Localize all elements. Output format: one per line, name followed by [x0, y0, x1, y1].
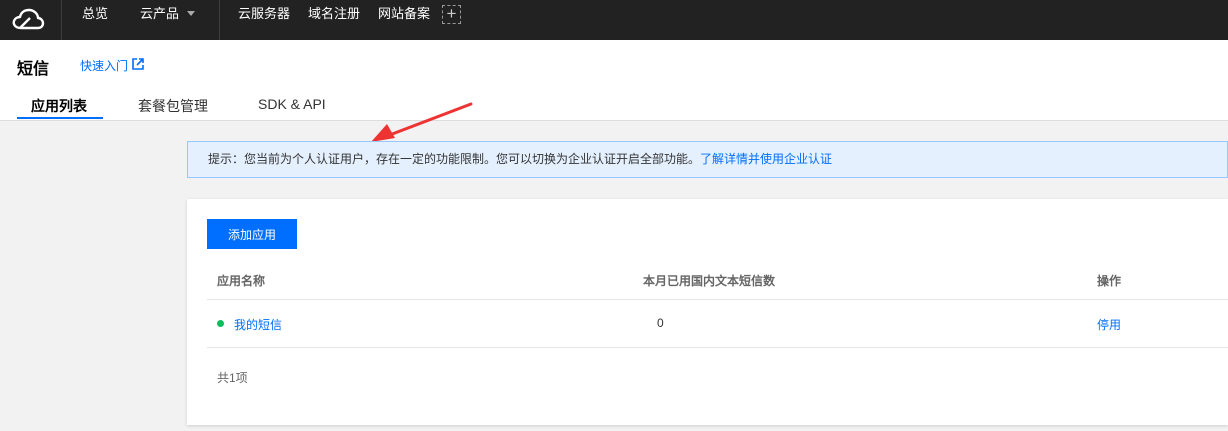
table-divider	[207, 299, 1228, 300]
notice-text: 提示：您当前为个人认证用户，存在一定的功能限制。您可以切换为企业认证开启全部功能…	[208, 152, 701, 166]
nav-overview[interactable]: 总览	[82, 0, 108, 40]
status-dot	[217, 320, 224, 327]
enterprise-cert-link[interactable]: 了解详情并使用企业认证	[700, 152, 832, 166]
nav-icp[interactable]: 网站备案	[378, 0, 430, 40]
disable-app-link[interactable]: 停用	[1097, 316, 1121, 333]
tab-sdk-api[interactable]: SDK & API	[258, 96, 326, 112]
top-navbar: 总览 云产品 云服务器 域名注册 网站备案 +	[0, 0, 1228, 40]
page-title: 短信	[17, 61, 50, 78]
total-count: 共1项	[217, 371, 248, 385]
cloud-logo-icon[interactable]	[11, 6, 45, 34]
add-app-button[interactable]: 添加应用	[207, 219, 297, 249]
app-list-card: 添加应用 应用名称 本月已用国内文本短信数 操作 我的短信 0 停用 共1项	[187, 199, 1228, 425]
sms-count-value: 0	[657, 316, 664, 330]
tab-package-management[interactable]: 套餐包管理	[138, 96, 208, 116]
nav-cvm[interactable]: 云服务器	[238, 0, 290, 40]
annotation-arrow-icon	[371, 102, 473, 142]
app-name-link[interactable]: 我的短信	[234, 316, 282, 333]
column-header-actions: 操作	[1097, 274, 1122, 288]
page-header: 短信 快速入门 应用列表 套餐包管理 SDK & API	[0, 40, 1228, 142]
nav-divider	[61, 0, 62, 40]
nav-divider	[219, 0, 220, 40]
quick-start-link[interactable]: 快速入门	[80, 57, 128, 74]
add-shortcut-icon[interactable]: +	[442, 5, 461, 24]
nav-cloud-products[interactable]: 云产品	[140, 0, 195, 40]
column-header-app-name: 应用名称	[217, 274, 266, 288]
column-header-sms-count: 本月已用国内文本短信数	[643, 274, 776, 288]
external-link-icon[interactable]	[132, 58, 144, 70]
tab-app-list[interactable]: 应用列表	[31, 96, 87, 116]
table-divider	[207, 347, 1228, 348]
certification-notice: 提示：您当前为个人认证用户，存在一定的功能限制。您可以切换为企业认证开启全部功能…	[187, 141, 1228, 178]
active-tab-indicator	[17, 117, 103, 119]
nav-domain[interactable]: 域名注册	[308, 0, 360, 40]
